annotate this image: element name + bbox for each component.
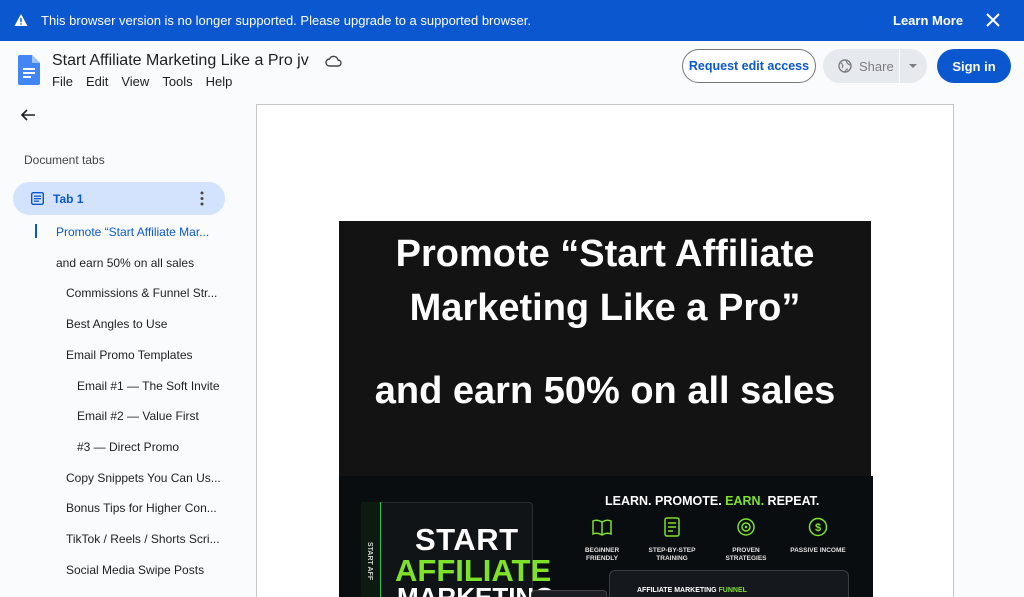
outline-item[interactable]: #3 — Direct Promo xyxy=(77,440,179,454)
document-tab-icon xyxy=(31,192,44,205)
sign-in-button[interactable]: Sign in xyxy=(937,49,1011,83)
funnel-caption: AFFILIATE MARKETING FUNNEL xyxy=(637,587,747,594)
more-options-icon[interactable] xyxy=(200,191,204,206)
cloud-status-icon[interactable] xyxy=(325,54,342,68)
outline-item[interactable]: Promote “Start Affiliate Mar... xyxy=(56,225,209,239)
close-icon[interactable] xyxy=(985,12,1001,28)
product-box-spine-text: START AFF xyxy=(366,542,373,581)
menu-bar: File Edit View Tools Help xyxy=(52,74,245,89)
checklist-icon xyxy=(664,517,680,537)
outline-item[interactable]: Email Promo Templates xyxy=(66,348,193,362)
outline-item[interactable]: Bonus Tips for Higher Con... xyxy=(66,501,217,515)
promo-tagline: LEARN. PROMOTE. EARN. REPEAT. xyxy=(605,494,819,508)
tagline-repeat: REPEAT. xyxy=(764,494,820,508)
outline-item[interactable]: TikTok / Reels / Shorts Scri... xyxy=(66,532,220,546)
feature-beginner-friendly: BEGINNER FRIENDLY xyxy=(572,516,632,563)
feature-proven-strategies: PROVEN STRATEGIES xyxy=(716,516,776,563)
chevron-down-icon[interactable] xyxy=(909,64,917,68)
hero-heading-line-1: Promote “Start Affiliate xyxy=(395,233,815,275)
tab-label: Tab 1 xyxy=(53,192,84,206)
hero-banner: Promote “Start Affiliate Marketing Like … xyxy=(339,221,871,477)
feature-label: PROVEN STRATEGIES xyxy=(725,547,767,562)
dollar-icon: $ xyxy=(808,517,828,537)
book-icon xyxy=(592,519,612,536)
feature-passive-income: $ PASSIVE INCOME xyxy=(788,516,848,555)
menu-help[interactable]: Help xyxy=(206,74,233,89)
target-icon xyxy=(737,518,755,536)
tab-tab-1[interactable]: Tab 1 xyxy=(13,182,225,215)
document-tabs-heading: Document tabs xyxy=(24,153,105,167)
tagline-learn: LEARN. PROMOTE. xyxy=(605,494,726,508)
outline-item[interactable]: Social Media Swipe Posts xyxy=(66,563,204,577)
hero-heading: Promote “Start Affiliate Marketing Like … xyxy=(339,227,871,335)
back-arrow-icon[interactable] xyxy=(20,107,36,123)
funnel-prefix: AFFILIATE MARKETING xyxy=(637,587,719,594)
outline-item[interactable]: Commissions & Funnel Str... xyxy=(66,286,217,300)
active-outline-indicator xyxy=(35,224,37,238)
globe-icon xyxy=(838,59,852,73)
unsupported-browser-banner: This browser version is no longer suppor… xyxy=(0,0,1024,41)
document-title[interactable]: Start Affiliate Marketing Like a Pro jv xyxy=(52,52,309,70)
feature-label: STEP-BY-STEP TRAINING xyxy=(648,547,696,562)
funnel-word: FUNNEL xyxy=(718,587,747,594)
share-divider xyxy=(899,49,900,83)
learn-more-link[interactable]: Learn More xyxy=(893,13,963,28)
share-label: Share xyxy=(859,59,894,74)
menu-file[interactable]: File xyxy=(52,74,73,89)
menu-edit[interactable]: Edit xyxy=(86,74,108,89)
svg-text:$: $ xyxy=(815,522,821,534)
banner-message: This browser version is no longer suppor… xyxy=(41,13,531,28)
tagline-earn: EARN. xyxy=(725,494,765,508)
feature-label: PASSIVE INCOME xyxy=(790,547,846,554)
warning-icon xyxy=(14,14,28,26)
outline-item[interactable]: Email #1 — The Soft Invite xyxy=(77,379,220,393)
outline-item[interactable]: Copy Snippets You Can Us... xyxy=(66,471,221,485)
menu-view[interactable]: View xyxy=(121,74,149,89)
outline-item[interactable]: and earn 50% on all sales xyxy=(56,256,194,270)
outline-item[interactable]: Best Angles to Use xyxy=(66,317,167,331)
product-promo-image: START AFF START AFFILIATE MARKETING LEAR… xyxy=(339,476,873,597)
google-docs-icon[interactable] xyxy=(18,55,40,85)
hero-subheading: and earn 50% on all sales xyxy=(374,370,836,412)
feature-label: BEGINNER FRIENDLY xyxy=(584,547,620,562)
feature-step-by-step: STEP-BY-STEP TRAINING xyxy=(642,516,702,563)
share-button[interactable]: Share xyxy=(823,49,927,83)
outline-item[interactable]: Email #2 — Value First xyxy=(77,409,199,423)
hero-heading-line-2: Marketing Like a Pro” xyxy=(409,287,801,329)
tablet-mockup xyxy=(531,590,607,597)
docs-header: Start Affiliate Marketing Like a Pro jv … xyxy=(0,41,1024,97)
request-edit-access-button[interactable]: Request edit access xyxy=(682,49,816,83)
menu-tools[interactable]: Tools xyxy=(162,74,192,89)
